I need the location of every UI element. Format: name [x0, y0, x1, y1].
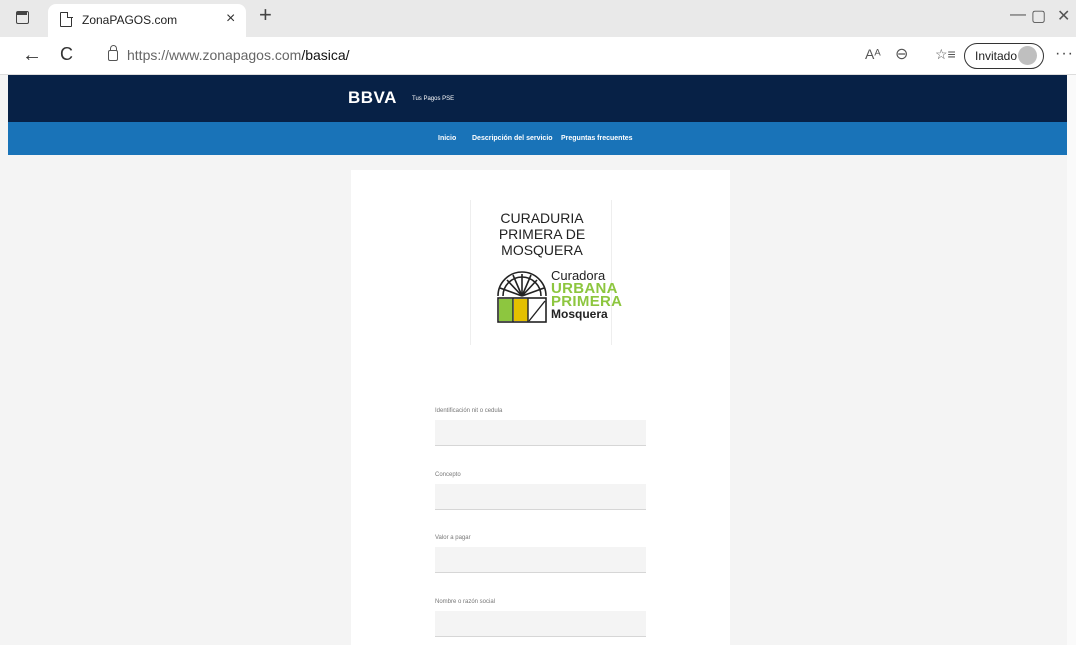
page-scrollbar[interactable] [1067, 75, 1076, 645]
profile-button[interactable]: Invitado [964, 43, 1044, 69]
url-path: /basica/ [301, 47, 350, 63]
amount-label: Valor a pagar [435, 535, 471, 541]
merchant-name-line: PRIMERA DE [498, 226, 586, 242]
profile-label: Invitado [975, 49, 1018, 63]
url-field[interactable]: https://www.zonapagos.com/basica/ [127, 47, 350, 63]
new-tab-icon[interactable]: + [259, 2, 272, 28]
tab-close-icon[interactable]: × [226, 10, 235, 28]
site-info-icon[interactable] [108, 45, 118, 61]
back-icon[interactable]: ← [22, 44, 42, 67]
avatar [1018, 46, 1037, 65]
merchant-name-line: CURADURIA [500, 210, 584, 226]
brand-subtitle: Tus Pagos PSE [412, 96, 455, 102]
site-header: BBVA Tus Pagos PSE [8, 75, 1067, 122]
minimize-icon[interactable]: — [1010, 6, 1026, 24]
nav-link-preguntas[interactable]: Preguntas frecuentes [561, 135, 633, 142]
browser-tab[interactable]: ZonaPAGOS.com × [48, 4, 246, 37]
zoom-icon[interactable]: ⊖ [895, 44, 908, 64]
amount-input[interactable] [435, 547, 646, 573]
concept-input[interactable] [435, 484, 646, 510]
restore-icon[interactable]: ▢ [1031, 6, 1046, 26]
address-bar: ← C https://www.zonapagos.com/basica/ Aᴬ… [0, 37, 1076, 75]
nav-link-descripcion[interactable]: Descripción del servicio [472, 135, 553, 142]
concept-label: Concepto [435, 472, 461, 478]
merchant-name: CURADURIA PRIMERA DE MOSQUERA [471, 210, 613, 258]
favorites-icon[interactable]: ☆≡ [935, 46, 956, 63]
tab-actions-icon[interactable] [16, 11, 29, 24]
name-input[interactable] [435, 611, 646, 637]
merchant-name-line: MOSQUERA [501, 242, 583, 258]
page-viewport: BBVA Tus Pagos PSE Inicio Descripción de… [0, 75, 1067, 645]
close-window-icon[interactable]: ✕ [1057, 6, 1070, 26]
site-nav: Inicio Descripción del servicio Pregunta… [8, 122, 1067, 155]
id-input[interactable] [435, 420, 646, 446]
read-aloud-icon[interactable]: Aᴬ [865, 46, 881, 62]
payment-form-card: CURADURIA PRIMERA DE MOSQUERA Curadora U… [351, 170, 730, 645]
reload-icon[interactable]: C [60, 44, 73, 65]
name-label: Nombre o razón social [435, 599, 496, 605]
url-host: https://www.zonapagos.com [127, 47, 302, 63]
curadora-emblem-icon [497, 271, 547, 323]
nav-link-inicio[interactable]: Inicio [438, 135, 456, 142]
more-icon[interactable]: ··· [1055, 45, 1074, 63]
brand-logo[interactable]: BBVA [348, 88, 397, 108]
merchant-logo: CURADURIA PRIMERA DE MOSQUERA Curadora U… [470, 200, 622, 345]
tab-title: ZonaPAGOS.com [82, 13, 178, 27]
id-label: Identificación nit o cedula [435, 408, 503, 414]
browser-tab-bar: ZonaPAGOS.com × + — ▢ ✕ [0, 0, 1076, 37]
curadora-wordmark: Curadora URBANA PRIMERA Mosquera [551, 269, 622, 321]
page-icon [60, 11, 73, 27]
